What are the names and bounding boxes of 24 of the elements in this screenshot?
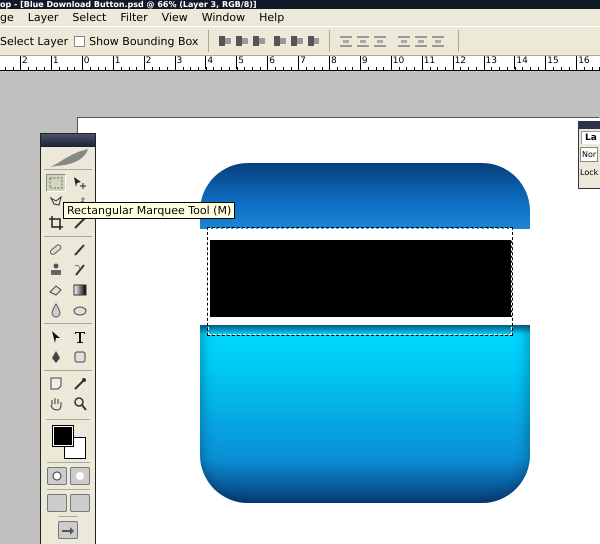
ruler-label: 10 [390, 56, 404, 69]
ruler-label: 1 [112, 56, 120, 69]
ruler-label: 16 [576, 56, 590, 69]
ruler-label: 14 [514, 56, 528, 69]
ruler-label: 6 [267, 56, 275, 69]
ruler-label: 8 [329, 56, 337, 69]
bounding-box-label: Show Bounding Box [89, 34, 198, 48]
ruler-label: 9 [360, 56, 368, 69]
ruler-label: 7 [298, 56, 306, 69]
ruler-label: 11 [422, 56, 436, 69]
window-title: op - [Blue Download Button.psd @ 66% (Layer 3, RGB/8)] [0, 0, 600, 9]
ruler-label: 3 [174, 56, 182, 69]
ruler-label: 1 [50, 56, 59, 69]
tooltip: Rectangular Marquee Tool (M) [63, 202, 236, 219]
ruler-label: 0 [82, 56, 90, 69]
ruler-label: 5 [236, 56, 244, 69]
ruler-label: 13 [484, 56, 497, 69]
ruler-label: 2 [144, 56, 152, 69]
ruler-label: 2 [20, 56, 28, 69]
auto-select-label: Select Layer [0, 34, 68, 48]
ruler-label: 12 [452, 56, 466, 69]
ruler-label: 4 [205, 56, 214, 69]
ruler-label: 15 [545, 56, 559, 69]
lock-label: Lock [580, 168, 600, 177]
